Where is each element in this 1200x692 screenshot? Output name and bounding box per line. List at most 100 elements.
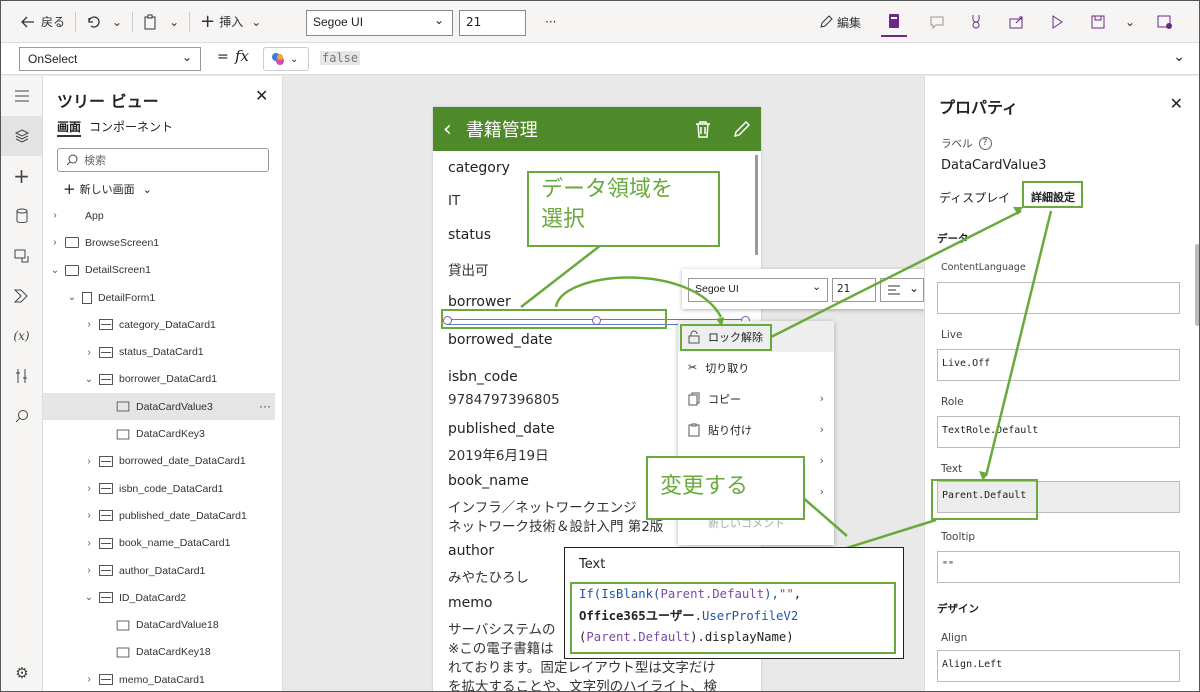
tree-item[interactable]: DataCardValue3 ···: [43, 393, 275, 421]
tools-icon[interactable]: [1, 356, 42, 396]
new-screen-label: 新しい画面: [79, 183, 135, 196]
back-chevron-icon[interactable]: ‹: [443, 117, 452, 142]
author-value: みやたひろし: [448, 570, 529, 586]
tree-item-label: DetailScreen1: [85, 264, 151, 277]
tree-item[interactable]: ⌄ borrower_DataCard1: [43, 366, 275, 393]
tree-item[interactable]: › published_date_DataCard1: [43, 502, 275, 529]
chevron-down-icon[interactable]: ⌄: [49, 265, 61, 276]
tree-item[interactable]: › borrowed_date_DataCard1: [43, 448, 275, 475]
copy-menu-item[interactable]: コピー ›: [678, 383, 834, 414]
more-options-icon[interactable]: ···: [539, 7, 562, 37]
fx-icon: fx: [235, 47, 250, 65]
comment-icon[interactable]: [923, 7, 951, 37]
tree-item[interactable]: › category_DataCard1: [43, 311, 275, 338]
undo-dropdown-chevron-icon[interactable]: ⌄: [106, 7, 128, 37]
power-automate-icon[interactable]: [1, 276, 42, 316]
tree-item[interactable]: › isbn_code_DataCard1: [43, 475, 275, 502]
new-screen-button[interactable]: + 新しい画面 ⌄: [63, 180, 152, 198]
chevron-right-icon[interactable]: ›: [83, 565, 95, 576]
cut-menu-item[interactable]: ✂ 切り取り: [678, 352, 834, 383]
published-date-value: 2019年6月19日: [448, 448, 549, 464]
tree-item[interactable]: DataCardKey18: [43, 639, 275, 666]
copilot-button[interactable]: ⌄: [263, 47, 309, 71]
format-font-select[interactable]: Segoe UI ⌄: [688, 278, 828, 302]
tree-item[interactable]: › App: [43, 202, 511, 328]
chevron-right-icon[interactable]: ›: [83, 347, 95, 358]
paste-button[interactable]: [137, 7, 163, 37]
isbn-label: isbn_code: [448, 369, 518, 385]
share-icon[interactable]: [1003, 7, 1031, 37]
property-dropdown[interactable]: OnSelect ⌄: [19, 47, 201, 71]
tree-item[interactable]: ⌄ ID_DataCard2: [43, 584, 275, 611]
app-title: 書籍管理: [465, 120, 538, 141]
expand-chevron-icon[interactable]: ⌄: [1173, 49, 1185, 65]
align-input[interactable]: Align.Left: [937, 650, 1180, 682]
align-dropdown[interactable]: ⌄: [880, 278, 924, 302]
chevron-right-icon[interactable]: ›: [83, 456, 95, 467]
help-icon[interactable]: ?: [978, 137, 992, 150]
tab-components[interactable]: コンポーネント: [89, 118, 173, 137]
media-icon[interactable]: [1, 236, 42, 276]
tree-item[interactable]: › author_DataCard1: [43, 557, 275, 584]
content-language-input[interactable]: [937, 282, 1180, 314]
tree-item[interactable]: DataCardKey3: [43, 420, 275, 447]
tree-item[interactable]: › memo_DataCard1: [43, 666, 275, 691]
tab-display[interactable]: ディスプレイ: [939, 189, 1010, 206]
properties-scrollbar[interactable]: [1195, 244, 1199, 326]
formula-code[interactable]: If(IsBlank(Parent.Default),"", Office365…: [573, 584, 897, 649]
chevron-right-icon[interactable]: ›: [83, 538, 95, 549]
variables-icon[interactable]: (x): [1, 316, 42, 356]
more-options-icon[interactable]: ···: [259, 399, 271, 413]
save-icon[interactable]: [1085, 7, 1111, 37]
tab-screens[interactable]: 画面: [57, 118, 82, 137]
notebook-icon[interactable]: [881, 7, 907, 37]
app-checker-icon[interactable]: [963, 7, 989, 37]
card-icon: [99, 510, 113, 522]
publish-icon[interactable]: [1151, 7, 1179, 37]
format-size-input[interactable]: 21: [832, 278, 876, 302]
role-input[interactable]: TextRole.Default: [937, 416, 1180, 448]
tree-view-icon[interactable]: [1, 116, 42, 156]
save-dropdown-chevron-icon[interactable]: ⌄: [1119, 7, 1141, 37]
back-button[interactable]: 戻る: [15, 7, 71, 37]
insert-icon[interactable]: +: [1, 156, 42, 196]
text-popup-title: Text: [579, 557, 606, 572]
chevron-down-icon[interactable]: ⌄: [83, 592, 95, 603]
tooltip-input[interactable]: "": [937, 551, 1180, 583]
edit-button[interactable]: 編集: [813, 7, 867, 37]
copy-icon: [688, 392, 700, 405]
close-icon[interactable]: ✕: [1170, 94, 1183, 113]
chevron-right-icon[interactable]: ›: [49, 210, 61, 221]
live-input[interactable]: Live.Off: [937, 349, 1180, 381]
data-icon[interactable]: [1, 196, 42, 236]
chevron-right-icon[interactable]: ›: [83, 510, 95, 521]
font-family-select[interactable]: Segoe UI ⌄: [306, 10, 453, 36]
tree-item[interactable]: › book_name_DataCard1: [43, 530, 275, 557]
tree-item[interactable]: ⌄ DetailScreen1: [43, 257, 275, 284]
paste-menu-item[interactable]: 貼り付け ›: [678, 414, 834, 445]
tree-search-input[interactable]: 検索: [57, 148, 269, 172]
insert-button[interactable]: + 挿入 ⌄: [194, 7, 267, 37]
settings-icon[interactable]: ⚙: [1, 653, 43, 691]
tree-item[interactable]: › status_DataCard1: [43, 338, 275, 365]
chevron-right-icon[interactable]: ›: [83, 674, 95, 685]
tree-item[interactable]: DataCardValue18: [43, 611, 275, 638]
undo-button[interactable]: [80, 7, 106, 37]
isbn-value: 9784797396805: [448, 392, 560, 408]
font-size-input[interactable]: 21: [459, 10, 526, 36]
close-icon[interactable]: ✕: [255, 86, 268, 105]
chevron-right-icon[interactable]: ›: [83, 319, 95, 330]
memo-label: memo: [448, 595, 493, 611]
play-icon[interactable]: [1045, 7, 1069, 37]
formula-input[interactable]: false: [312, 47, 1162, 71]
tree-item[interactable]: ⌄ DetailForm1: [43, 284, 275, 311]
chevron-down-icon[interactable]: ⌄: [66, 292, 78, 303]
paste-dropdown-chevron-icon[interactable]: ⌄: [163, 7, 185, 37]
search-icon[interactable]: [1, 396, 42, 436]
tree-item[interactable]: › BrowseScreen1: [43, 229, 275, 256]
menu-icon[interactable]: [1, 76, 42, 116]
app-scrollbar[interactable]: [755, 155, 758, 255]
chevron-down-icon[interactable]: ⌄: [83, 374, 95, 385]
chevron-right-icon[interactable]: ›: [83, 483, 95, 494]
chevron-right-icon[interactable]: ›: [49, 237, 61, 248]
